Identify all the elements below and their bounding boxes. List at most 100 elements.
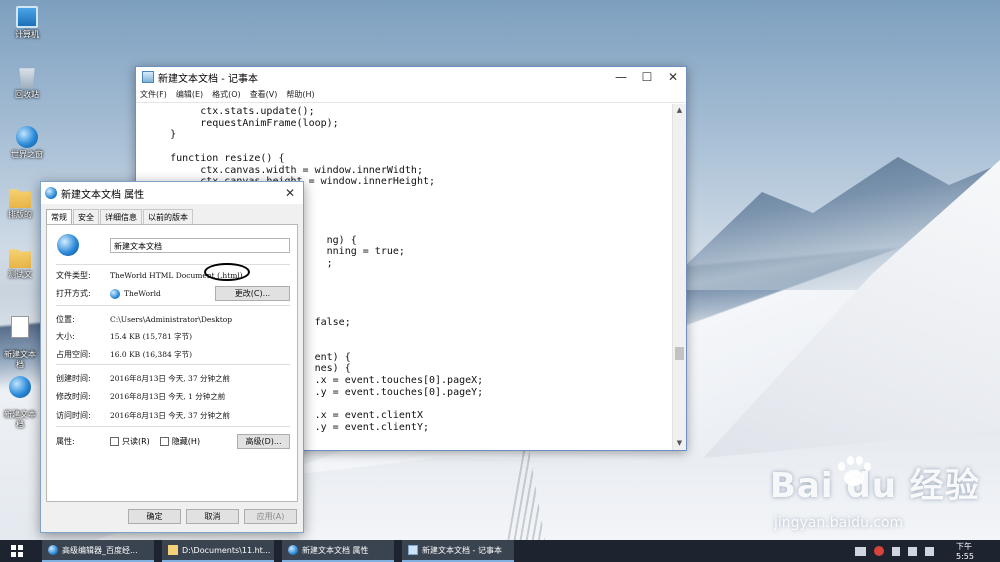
taskbar-item-label: 新建文本文档 属性 <box>302 545 369 555</box>
hidden-label: 隐藏(H) <box>171 437 201 446</box>
desktop-icon-label: 世界之窗 <box>11 150 43 159</box>
created-label: 创建时间: <box>56 374 91 383</box>
globe-icon <box>9 376 31 398</box>
checkbox-icon <box>159 437 169 446</box>
row-open-with: 打开方式: TheWorld <box>56 288 161 299</box>
globe-icon <box>48 545 58 555</box>
location-value: C:\Users\Administrator\Desktop <box>110 315 233 324</box>
readonly-checkbox[interactable]: 只读(R) <box>110 436 150 447</box>
ok-button[interactable]: 确定 <box>128 509 181 524</box>
notepad-titlebar[interactable]: 新建文本文档 - 记事本 — ☐ ✕ <box>136 67 686 87</box>
desktop-icon-label: 新建文本 档 <box>4 410 36 429</box>
taskbar-item-editor[interactable]: 高级编辑器_百度经... <box>42 540 154 562</box>
document-icon <box>11 316 29 338</box>
attributes-label: 属性: <box>56 437 75 446</box>
desktop-icon-html-doc[interactable]: 新建文本 档 <box>0 366 40 430</box>
close-button[interactable]: ✕ <box>660 70 686 84</box>
scroll-up-icon[interactable]: ▲ <box>673 104 686 117</box>
highlight-ellipse <box>204 263 250 281</box>
tab-previous-versions[interactable]: 以前的版本 <box>143 209 193 224</box>
properties-dialog[interactable]: 新建文本文档 属性 ✕ 常规 安全 详细信息 以前的版本 新建文本文档 文件类型… <box>40 181 304 533</box>
notepad-title: 新建文本文档 - 记事本 <box>158 73 258 85</box>
menu-view[interactable]: 查看(V) <box>250 89 278 100</box>
minimize-button[interactable]: — <box>608 70 634 84</box>
desktop-icon-theworld[interactable]: 世界之窗 <box>2 126 52 160</box>
location-label: 位置: <box>56 315 75 324</box>
theworld-icon <box>110 288 120 299</box>
properties-titlebar[interactable]: 新建文本文档 属性 ✕ <box>41 182 303 204</box>
system-tray: 下午 5:55 <box>847 540 1000 562</box>
scroll-thumb[interactable] <box>675 347 684 360</box>
desktop-icon-computer[interactable]: 计算机 <box>2 6 52 40</box>
folder-icon <box>9 189 31 208</box>
baidu-watermark: Bai du 经验 jingyan.baidu.com <box>770 456 980 531</box>
globe-icon <box>45 187 57 199</box>
divider <box>56 264 290 265</box>
recycle-bin-icon <box>19 68 35 88</box>
volume-icon[interactable] <box>925 546 934 556</box>
readonly-label: 只读(R) <box>122 437 150 446</box>
row-created: 创建时间: 2016年8月13日 今天, 37 分钟之前 <box>56 373 230 384</box>
menu-help[interactable]: 帮助(H) <box>286 89 314 100</box>
desktop-icon-label: 排版的 <box>8 210 32 219</box>
taskbar-item-label: 高级编辑器_百度经... <box>62 545 138 555</box>
size-label: 大小: <box>56 332 75 341</box>
divider <box>56 305 290 306</box>
scroll-down-icon[interactable]: ▼ <box>673 437 686 450</box>
row-modified: 修改时间: 2016年8月13日 今天, 1 分钟之前 <box>56 391 225 402</box>
taskbar-item-properties[interactable]: 新建文本文档 属性 <box>282 540 394 562</box>
taskbar-item-notepad[interactable]: 新建文本文档 - 记事本 <box>402 540 514 562</box>
menu-file[interactable]: 文件(F) <box>140 89 167 100</box>
open-with-value: TheWorld <box>124 289 161 298</box>
watermark-url: jingyan.baidu.com <box>774 515 904 531</box>
notepad-vertical-scrollbar[interactable]: ▲ ▼ <box>672 104 686 450</box>
document-icon <box>168 545 178 555</box>
modified-label: 修改时间: <box>56 392 91 401</box>
keyboard-icon[interactable] <box>855 546 866 556</box>
globe-icon <box>16 126 38 148</box>
disk-size-value: 16.0 KB (16,384 字节) <box>110 350 193 359</box>
desktop-icon-folder-1[interactable]: 排版的 <box>0 186 40 220</box>
apply-button[interactable]: 应用(A) <box>244 509 297 524</box>
computer-icon <box>16 6 38 28</box>
desktop-icon-label: 测试文 <box>8 270 32 279</box>
file-name-field[interactable]: 新建文本文档 <box>110 238 290 253</box>
notification-icon[interactable] <box>908 546 917 556</box>
open-with-label: 打开方式: <box>56 289 91 298</box>
desktop-icon-recycle-bin[interactable]: 回收站 <box>2 66 52 100</box>
divider <box>56 364 290 365</box>
antivirus-icon[interactable] <box>874 546 884 556</box>
tab-security[interactable]: 安全 <box>73 209 99 224</box>
properties-tabs: 常规 安全 详细信息 以前的版本 <box>46 209 194 225</box>
desktop-icon-folder-2[interactable]: 测试文 <box>0 246 40 280</box>
row-disk-size: 占用空间: 16.0 KB (16,384 字节) <box>56 349 192 360</box>
tab-details[interactable]: 详细信息 <box>100 209 142 224</box>
start-button[interactable] <box>0 540 34 562</box>
disk-size-label: 占用空间: <box>56 350 91 359</box>
close-button[interactable]: ✕ <box>277 186 303 200</box>
general-panel: 新建文本文档 文件类型: TheWorld HTML Document (.ht… <box>46 224 298 502</box>
menu-edit[interactable]: 编辑(E) <box>176 89 203 100</box>
menu-format[interactable]: 格式(O) <box>212 89 241 100</box>
divider <box>56 426 290 427</box>
paw-logo-icon <box>834 454 872 492</box>
hidden-checkbox[interactable]: 隐藏(H) <box>159 436 201 447</box>
file-type-label: 文件类型: <box>56 271 91 280</box>
network-icon[interactable] <box>892 546 900 556</box>
advanced-button[interactable]: 高级(D)... <box>237 434 290 449</box>
notepad-icon <box>142 71 154 83</box>
folder-icon <box>9 249 31 268</box>
taskbar: 高级编辑器_百度经... D:\Documents\11.ht... 新建文本文… <box>0 540 1000 562</box>
maximize-button[interactable]: ☐ <box>634 70 660 84</box>
modified-value: 2016年8月13日 今天, 1 分钟之前 <box>110 392 226 401</box>
tab-general[interactable]: 常规 <box>46 209 72 225</box>
taskbar-item-documents[interactable]: D:\Documents\11.ht... <box>162 540 274 562</box>
created-value: 2016年8月13日 今天, 37 分钟之前 <box>110 374 230 383</box>
desktop-icon-text-doc[interactable]: 新建文本 档 <box>0 306 40 370</box>
clock[interactable]: 下午 5:55 <box>956 541 992 561</box>
cancel-button[interactable]: 取消 <box>186 509 239 524</box>
change-button[interactable]: 更改(C)... <box>215 286 290 301</box>
watermark-brand: Bai du 经验 <box>770 466 980 506</box>
accessed-label: 访问时间: <box>56 411 91 420</box>
notepad-icon <box>408 545 418 555</box>
